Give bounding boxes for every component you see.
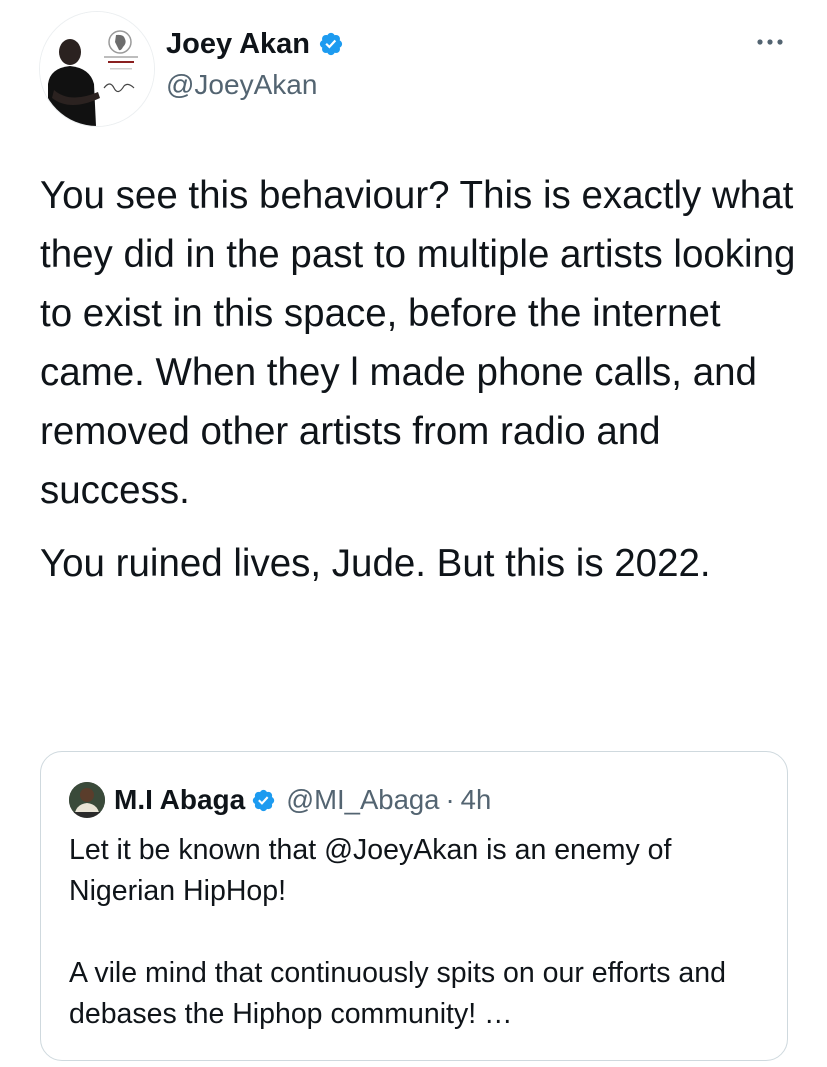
author-avatar-image	[40, 12, 154, 126]
quoted-tweet-card[interactable]: M.I Abaga @MI_Abaga · 4h Let it be known…	[40, 751, 788, 1061]
quoted-tweet-timestamp[interactable]: 4h	[461, 784, 492, 816]
quoted-tweet-paragraph: A vile mind that continuously spits on o…	[69, 957, 726, 1030]
quoted-author-avatar-image	[69, 782, 105, 818]
quoted-tweet-text: Let it be known that @JoeyAkan is an ene…	[69, 830, 769, 1035]
quoted-author-avatar[interactable]	[69, 782, 105, 818]
quoted-tweet-header: M.I Abaga @MI_Abaga · 4h	[69, 782, 491, 818]
tweet-paragraph: You ruined lives, Jude. But this is 2022…	[40, 542, 711, 585]
tweet-paragraph: You see this behaviour? This is exactly …	[40, 174, 796, 512]
verified-badge-icon	[253, 789, 275, 811]
author-display-name[interactable]: Joey Akan	[166, 28, 310, 61]
timestamp-separator: ·	[445, 784, 455, 815]
verified-badge-icon	[319, 32, 343, 56]
quoted-author-handle[interactable]: @MI_Abaga	[286, 784, 439, 816]
quoted-author-display-name[interactable]: M.I Abaga	[114, 784, 245, 816]
tweet[interactable]: Joey Akan @JoeyAkan You see this behavio…	[0, 0, 827, 1067]
author-avatar[interactable]	[40, 12, 154, 126]
author-handle[interactable]: @JoeyAkan	[166, 68, 344, 102]
quoted-tweet-paragraph: Let it be known that @JoeyAkan is an ene…	[69, 834, 672, 907]
more-horizontal-icon[interactable]	[755, 32, 785, 52]
tweet-text: You see this behaviour? This is exactly …	[40, 166, 800, 607]
author-info: Joey Akan @JoeyAkan	[166, 24, 344, 102]
